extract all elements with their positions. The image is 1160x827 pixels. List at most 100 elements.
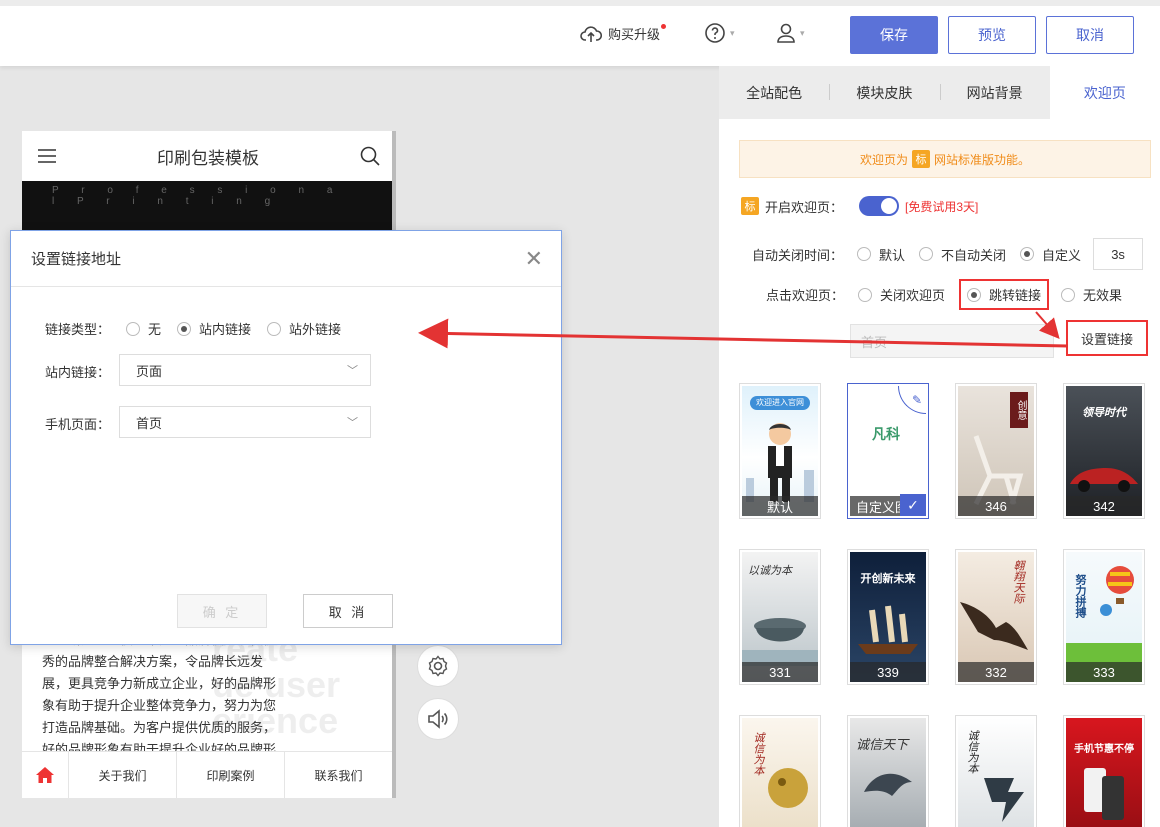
template-331[interactable]: 以诚为本 331: [739, 549, 821, 685]
panel-tabs: 全站配色 模块皮肤 网站背景 欢迎页: [719, 66, 1160, 119]
radio-selected: [967, 287, 982, 302]
checkmark-icon: ✓: [900, 494, 926, 516]
save-button[interactable]: 保存: [850, 16, 938, 54]
template-title: 努力拼搏: [1074, 574, 1086, 618]
cancel-button[interactable]: 取消: [1046, 16, 1134, 54]
audio-button[interactable]: [417, 698, 459, 740]
template-332[interactable]: 翱翔天际 332: [955, 549, 1037, 685]
set-link-button[interactable]: 设置链接: [1066, 320, 1148, 356]
link-type-option-internal[interactable]: 站内链接: [177, 319, 251, 338]
template-339[interactable]: 开创新未来 339: [847, 549, 929, 685]
upgrade-button[interactable]: 购买升级: [580, 24, 667, 43]
enable-welcome-row: 标 开启欢迎页： [免费试用3天]: [741, 196, 978, 216]
template-row3-1[interactable]: 诚信为本: [739, 715, 821, 827]
radio: [858, 287, 873, 302]
internal-link-value: 页面: [136, 363, 163, 379]
option-label: 默认: [879, 247, 906, 263]
home-icon: [36, 767, 54, 783]
click-action-label: 点击欢迎页：: [766, 288, 845, 303]
search-icon[interactable]: [360, 146, 380, 166]
option-label: 自定义: [1042, 247, 1082, 263]
click-action-row: 点击欢迎页： 关闭欢迎页 跳转链接 无效果: [766, 279, 1136, 310]
option-label: 关闭欢迎页: [880, 288, 946, 303]
chevron-down-icon: ﹀: [347, 365, 358, 377]
upgrade-label: 购买升级: [608, 27, 661, 42]
internal-link-select[interactable]: 页面 ﹀: [119, 354, 371, 386]
radio-selected: [1020, 247, 1035, 261]
mobile-page-select[interactable]: 首页 ﹀: [119, 406, 371, 438]
link-type-label: 链接类型：: [45, 322, 111, 337]
ship-illustration: [858, 605, 918, 654]
calligraphy-illustration: [984, 778, 1024, 822]
option-label: 站内链接: [199, 322, 252, 337]
settings-button[interactable]: [417, 645, 459, 687]
click-option-close[interactable]: 关闭欢迎页: [858, 285, 945, 304]
auto-close-label: 自动关闭时间：: [752, 247, 844, 263]
speaker-icon: [428, 709, 448, 729]
auto-close-option-default[interactable]: 默认: [857, 245, 905, 264]
click-option-none[interactable]: 无效果: [1061, 285, 1122, 304]
confirm-button[interactable]: 确 定: [177, 594, 267, 628]
mobile-page-value: 首页: [136, 415, 163, 431]
option-label: 不自动关闭: [941, 247, 1007, 263]
tab-welcome-page[interactable]: 欢迎页: [1049, 66, 1160, 119]
help-menu[interactable]: ▾: [704, 22, 735, 44]
template-custom[interactable]: 凡科 ✎ 自定义图 ✓: [847, 383, 929, 519]
menu-icon[interactable]: [38, 149, 56, 163]
dialog-title: 设置链接地址: [31, 251, 122, 268]
template-title: 领导时代: [1082, 407, 1126, 419]
radio: [126, 321, 141, 336]
auto-close-option-custom[interactable]: 自定义: [1020, 245, 1081, 264]
dialog-cancel-button[interactable]: 取 消: [303, 594, 393, 628]
standard-feature-notice: 欢迎页为 标 网站标准版功能。: [739, 140, 1151, 178]
body-line: 象有助于提升企业整体竞争力，努力为您: [42, 698, 277, 713]
template-row3-4[interactable]: 手机节惠不停: [1063, 715, 1145, 827]
dialog-header: 设置链接地址 ✕: [11, 231, 561, 287]
template-346[interactable]: 创意 346: [955, 383, 1037, 519]
phone-illustration: [1084, 768, 1124, 820]
option-label: 跳转链接: [989, 288, 1042, 303]
template-label: 346: [958, 496, 1034, 516]
gear-icon: [428, 655, 448, 677]
template-title: 以诚为本: [748, 565, 792, 577]
template-333[interactable]: 努力拼搏 333: [1063, 549, 1145, 685]
option-label: 无: [148, 322, 162, 337]
template-row3-3[interactable]: 诚信为本: [955, 715, 1037, 827]
phone-header: 印刷包装模板: [22, 131, 396, 181]
option-label: 站外链接: [289, 322, 342, 337]
footer-tab-about[interactable]: 关于我们: [68, 752, 176, 798]
set-link-dialog: 设置链接地址 ✕ 链接类型： 无 站内链接 站外链接 站内链接： 页面 ﹀ 手机…: [10, 230, 562, 645]
link-type-option-none[interactable]: 无: [126, 319, 161, 338]
internal-link-label: 站内链接：: [45, 365, 111, 380]
link-type-row: 链接类型： 无 站内链接 站外链接: [45, 319, 355, 338]
tab-site-colors[interactable]: 全站配色: [719, 66, 829, 119]
auto-close-seconds-input[interactable]: 3s: [1093, 238, 1144, 270]
user-menu[interactable]: ▾: [776, 22, 805, 44]
template-342[interactable]: 领导时代 342: [1063, 383, 1145, 519]
radio: [857, 247, 872, 261]
notice-text-post: 网站标准版功能。: [934, 152, 1031, 167]
auto-close-option-never[interactable]: 不自动关闭: [919, 245, 1006, 264]
tab-module-skin[interactable]: 模块皮肤: [829, 66, 939, 119]
template-default[interactable]: 欢迎进入官网 默认: [739, 383, 821, 519]
footer-home[interactable]: [22, 752, 68, 798]
body-line: 打造品牌基础。为客户提供优质的服务，: [42, 720, 277, 735]
cloud-upload-icon: [580, 25, 602, 42]
click-option-redirect[interactable]: 跳转链接: [959, 279, 1050, 310]
tab-site-background[interactable]: 网站背景: [939, 66, 1050, 119]
phone-body-text: 通过研究同业模式来建立品牌模式提供优 秀的品牌整合解决方案，令品牌长远发 展，更…: [42, 629, 382, 761]
eagle-illustration: [960, 602, 1028, 650]
close-icon[interactable]: ✕: [525, 246, 543, 272]
user-icon: [777, 23, 795, 43]
welcome-toggle[interactable]: [859, 196, 900, 216]
character-illustration: [746, 423, 814, 502]
chevron-down-icon: ▾: [730, 27, 735, 38]
template-label: 333: [1066, 662, 1142, 682]
template-row3-2[interactable]: 诚信天下: [847, 715, 929, 827]
preview-button[interactable]: 预览: [948, 16, 1036, 54]
edit-icon[interactable]: ✎: [898, 386, 926, 414]
footer-tab-cases[interactable]: 印刷案例: [176, 752, 284, 798]
link-type-option-external[interactable]: 站外链接: [267, 319, 341, 338]
template-title: 手机节惠不停: [1074, 744, 1134, 755]
footer-tab-contact[interactable]: 联系我们: [284, 752, 392, 798]
